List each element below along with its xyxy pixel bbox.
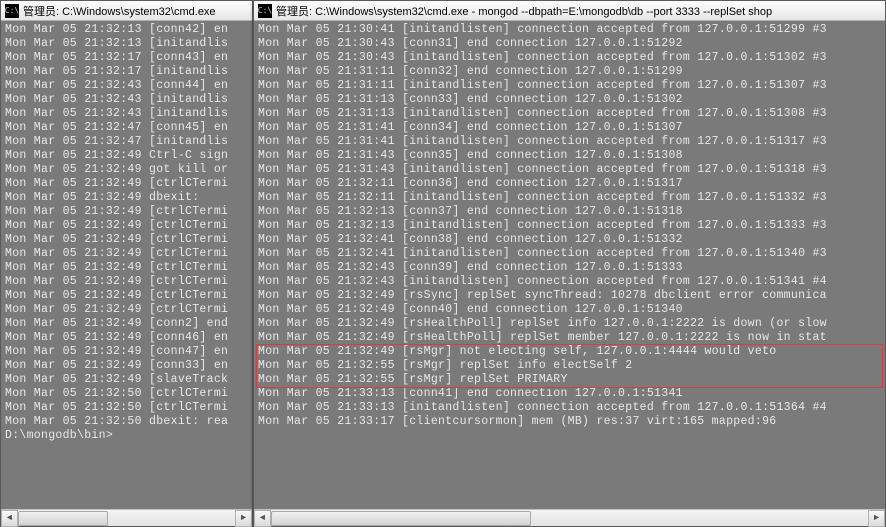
log-line: Mon Mar 05 21:32:49 [ctrlCTermi (5, 219, 248, 233)
log-line: Mon Mar 05 21:32:49 Ctrl-C sign (5, 149, 248, 163)
scrollbar-left: ◄ ► (1, 509, 252, 526)
log-line: Mon Mar 05 21:32:49 [rsHealthPoll] replS… (258, 317, 881, 331)
log-line: Mon Mar 05 21:32:13 [conn37] end connect… (258, 205, 881, 219)
cmd-window-left: C:\ 管理员: C:\Windows\system32\cmd.exe Mon… (0, 0, 253, 527)
log-line: Mon Mar 05 21:32:49 [conn46] en (5, 331, 248, 345)
log-line: Mon Mar 05 21:32:43 [initandlis (5, 107, 248, 121)
log-line: Mon Mar 05 21:32:11 [conn36] end connect… (258, 177, 881, 191)
scroll-track-right[interactable] (271, 510, 868, 527)
log-line: Mon Mar 05 21:31:11 [initandlisten] conn… (258, 79, 881, 93)
log-line: Mon Mar 05 21:33:13 [initandlisten] conn… (258, 401, 881, 415)
log-line: Mon Mar 05 21:31:13 [initandlisten] conn… (258, 107, 881, 121)
log-line: Mon Mar 05 21:32:55 [rsMgr] replSet PRIM… (258, 373, 881, 387)
scrollbar-right: ◄ ► (254, 509, 885, 526)
log-line: Mon Mar 05 21:31:43 [initandlisten] conn… (258, 163, 881, 177)
cmd-icon: C:\ (258, 4, 272, 18)
window-title-left: 管理员: C:\Windows\system32\cmd.exe (23, 3, 216, 19)
log-line: Mon Mar 05 21:32:13 [initandlisten] conn… (258, 219, 881, 233)
log-line: Mon Mar 05 21:32:50 [ctrlCTermi (5, 387, 248, 401)
cmd-icon: C:\ (5, 4, 19, 18)
log-line: Mon Mar 05 21:32:49 [ctrlCTermi (5, 303, 248, 317)
log-line: Mon Mar 05 21:31:41 [conn34] end connect… (258, 121, 881, 135)
log-line: Mon Mar 05 21:32:49 got kill or (5, 163, 248, 177)
log-line: Mon Mar 05 21:33:17 [clientcursormon] me… (258, 415, 881, 429)
log-line: Mon Mar 05 21:31:43 [conn35] end connect… (258, 149, 881, 163)
log-line: Mon Mar 05 21:30:43 [conn31] end connect… (258, 37, 881, 51)
log-line: Mon Mar 05 21:32:50 [ctrlCTermi (5, 401, 248, 415)
log-line: Mon Mar 05 21:32:49 [ctrlCTermi (5, 261, 248, 275)
titlebar-right[interactable]: C:\ 管理员: C:\Windows\system32\cmd.exe - m… (254, 1, 885, 21)
log-line: Mon Mar 05 21:32:49 [rsSync] replSet syn… (258, 289, 881, 303)
cmd-window-right: C:\ 管理员: C:\Windows\system32\cmd.exe - m… (253, 0, 886, 527)
log-line: Mon Mar 05 21:32:17 [initandlis (5, 65, 248, 79)
log-line: Mon Mar 05 21:32:49 [ctrlCTermi (5, 233, 248, 247)
log-line: Mon Mar 05 21:32:49 [ctrlCTermi (5, 289, 248, 303)
log-line: Mon Mar 05 21:32:47 [conn45] en (5, 121, 248, 135)
scroll-left-btn[interactable]: ◄ (254, 510, 271, 527)
log-line: Mon Mar 05 21:30:43 [initandlisten] conn… (258, 51, 881, 65)
log-line: Mon Mar 05 21:32:49 [conn2] end (5, 317, 248, 331)
log-line: Mon Mar 05 21:31:41 [initandlisten] conn… (258, 135, 881, 149)
log-line: Mon Mar 05 21:30:41 [initandlisten] conn… (258, 23, 881, 37)
log-line: Mon Mar 05 21:32:43 [conn44] en (5, 79, 248, 93)
log-line: Mon Mar 05 21:31:13 [conn33] end connect… (258, 93, 881, 107)
terminal-right[interactable]: Mon Mar 05 21:30:41 [initandlisten] conn… (254, 21, 885, 509)
log-line: Mon Mar 05 21:32:49 [slaveTrack (5, 373, 248, 387)
log-line: Mon Mar 05 21:31:11 [conn32] end connect… (258, 65, 881, 79)
log-line: Mon Mar 05 21:32:41 [initandlisten] conn… (258, 247, 881, 261)
log-line: Mon Mar 05 21:32:49 [conn40] end connect… (258, 303, 881, 317)
log-line: Mon Mar 05 21:32:49 [rsMgr] not electing… (258, 345, 881, 359)
log-line: Mon Mar 05 21:32:49 [rsHealthPoll] replS… (258, 331, 881, 345)
log-line: Mon Mar 05 21:32:49 [ctrlCTermi (5, 247, 248, 261)
log-line: Mon Mar 05 21:32:13 [conn42] en (5, 23, 248, 37)
window-title-right: 管理员: C:\Windows\system32\cmd.exe - mongo… (276, 3, 772, 19)
log-line: Mon Mar 05 21:32:17 [conn43] en (5, 51, 248, 65)
log-line: Mon Mar 05 21:32:49 dbexit: (5, 191, 248, 205)
scroll-thumb-right[interactable] (271, 511, 531, 526)
terminal-left[interactable]: Mon Mar 05 21:32:13 [conn42] enMon Mar 0… (1, 21, 252, 509)
scroll-track-left[interactable] (18, 510, 235, 527)
log-line: Mon Mar 05 21:32:43 [initandlis (5, 93, 248, 107)
log-line: Mon Mar 05 21:32:49 [ctrlCTermi (5, 177, 248, 191)
log-line: Mon Mar 05 21:32:49 [conn47] en (5, 345, 248, 359)
log-line: Mon Mar 05 21:32:13 [initandlis (5, 37, 248, 51)
log-line: Mon Mar 05 21:33:13 [conn41] end connect… (258, 387, 881, 401)
log-line: Mon Mar 05 21:32:41 [conn38] end connect… (258, 233, 881, 247)
log-line: Mon Mar 05 21:32:50 dbexit: rea (5, 415, 248, 429)
scroll-right-btn[interactable]: ► (235, 510, 252, 527)
log-line: D:\mongodb\bin> (5, 429, 248, 443)
scroll-left-btn[interactable]: ◄ (1, 510, 18, 527)
log-line: Mon Mar 05 21:32:55 [rsMgr] replSet info… (258, 359, 881, 373)
log-line: Mon Mar 05 21:32:43 [conn39] end connect… (258, 261, 881, 275)
scroll-thumb-left[interactable] (18, 511, 108, 526)
log-line: Mon Mar 05 21:32:49 [conn33] en (5, 359, 248, 373)
scroll-right-btn[interactable]: ► (868, 510, 885, 527)
log-line: Mon Mar 05 21:32:49 [ctrlCTermi (5, 205, 248, 219)
log-line: Mon Mar 05 21:32:47 [initandlis (5, 135, 248, 149)
log-line: Mon Mar 05 21:32:43 [initandlisten] conn… (258, 275, 881, 289)
log-line: Mon Mar 05 21:32:49 [ctrlCTermi (5, 275, 248, 289)
log-line: Mon Mar 05 21:32:11 [initandlisten] conn… (258, 191, 881, 205)
titlebar-left[interactable]: C:\ 管理员: C:\Windows\system32\cmd.exe (1, 1, 252, 21)
